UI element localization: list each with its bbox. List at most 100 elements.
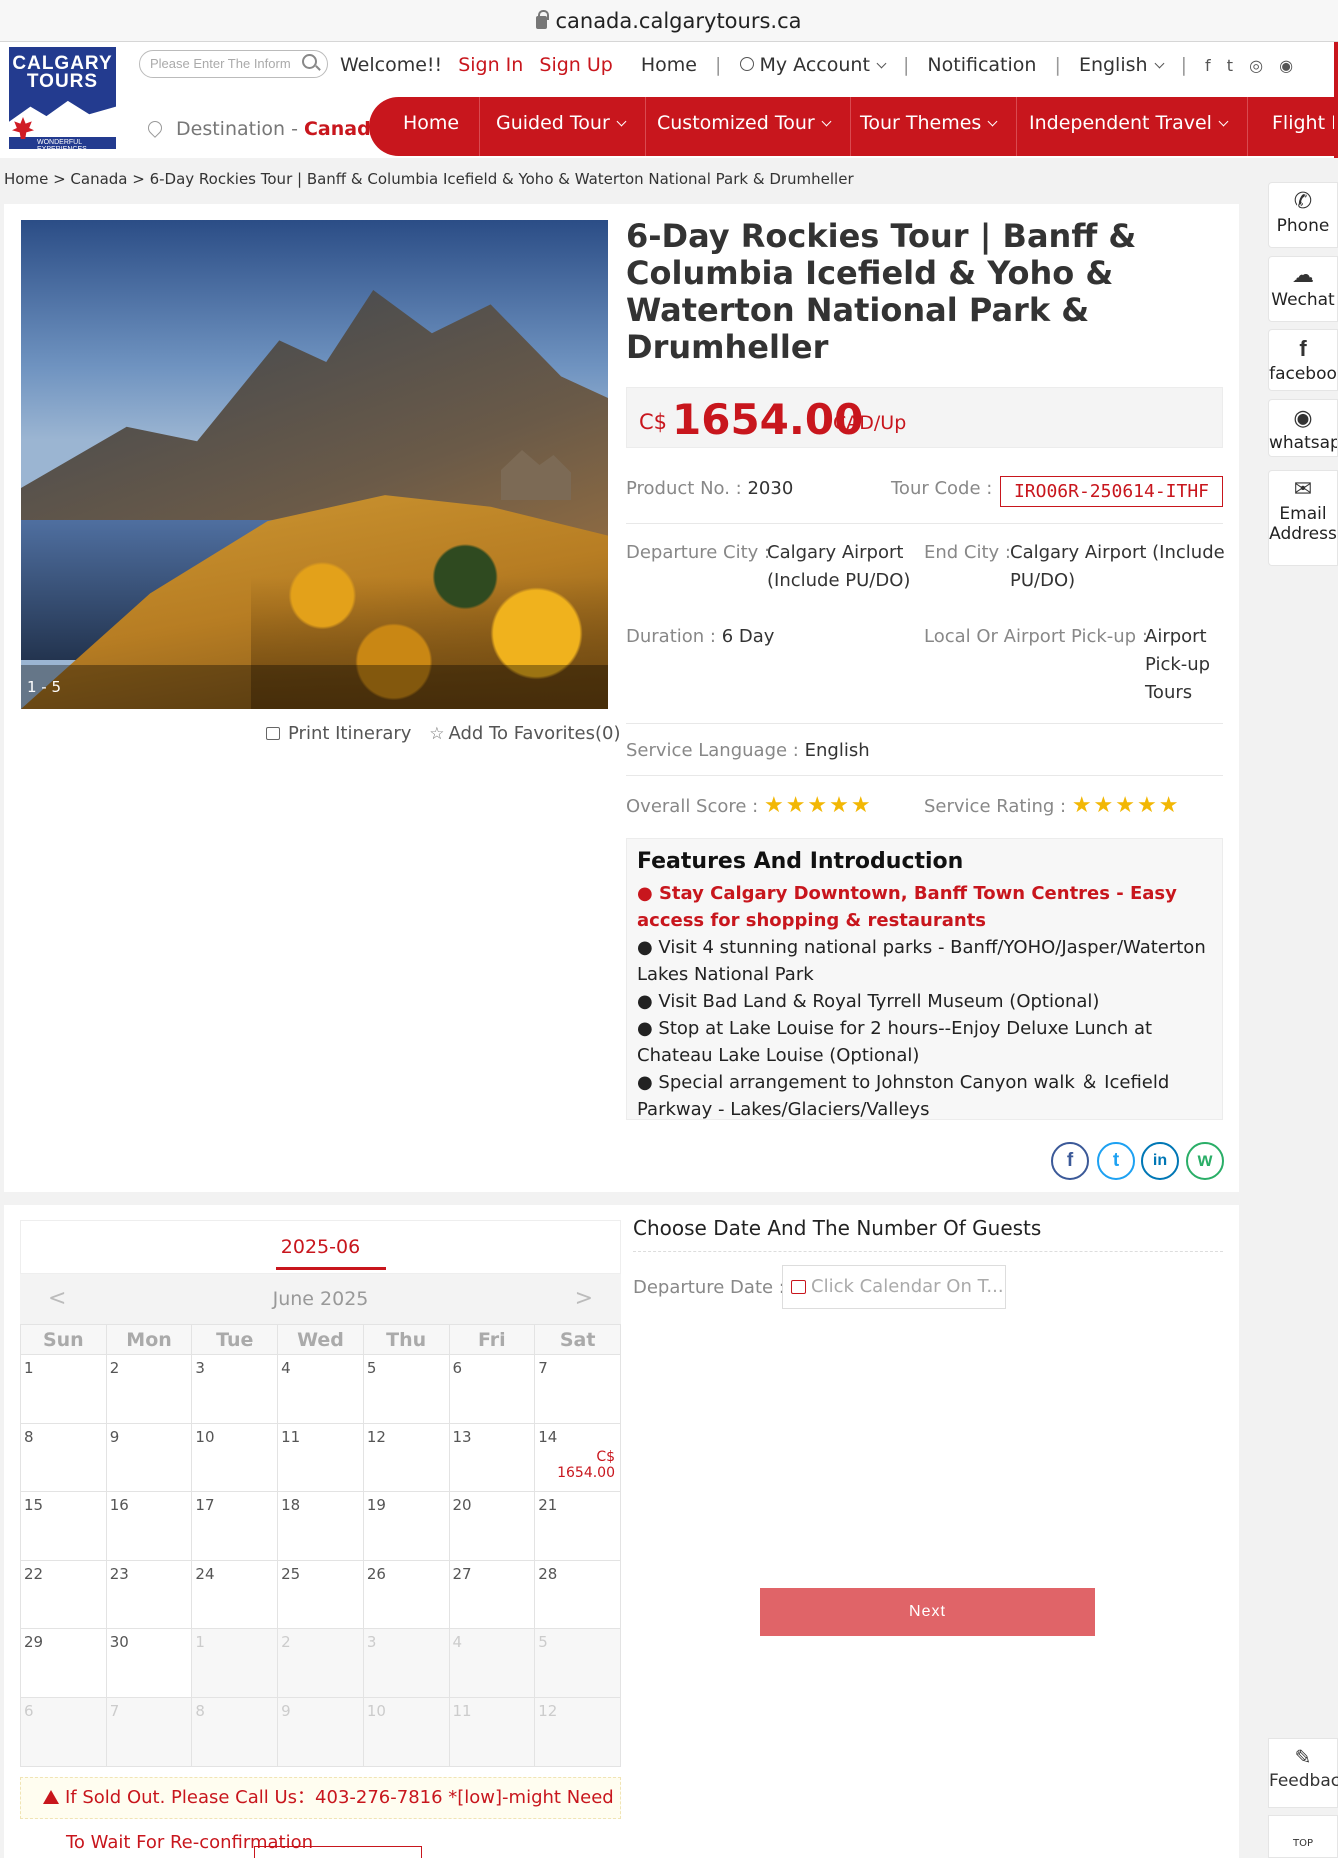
calendar-day[interactable]: 19 [362, 1491, 450, 1561]
instagram-icon[interactable]: ◎ [1249, 51, 1263, 81]
duration: Duration : 6 Day [626, 626, 775, 647]
sidebar-whatsapp[interactable]: ◉ whatsap [1268, 399, 1338, 457]
features-heading: Features And Introduction [637, 849, 964, 874]
breadcrumb[interactable]: Home > Canada > 6-Day Rockies Tour | Ban… [4, 170, 854, 188]
divider: | [902, 54, 910, 76]
browser-url-bar[interactable]: canada.calgarytours.ca [0, 0, 1338, 42]
gallery-counter: 1 - 5 [21, 665, 608, 709]
chevron-down-icon [1154, 58, 1164, 69]
calendar-day-available[interactable]: 14 C$ 1654.00 [534, 1422, 621, 1493]
calendar-month-tab[interactable]: 2025-06 [20, 1220, 621, 1274]
sidebar-wechat[interactable]: ☁ Wechat [1268, 256, 1338, 322]
calendar-day[interactable]: 20 [448, 1491, 536, 1561]
calendar-day[interactable]: 3 [191, 1354, 279, 1424]
print-itinerary-button[interactable]: Print Itinerary [266, 723, 411, 744]
calendar-day[interactable]: 13 [448, 1422, 536, 1493]
language-select[interactable]: English [1079, 50, 1164, 80]
share-wechat-icon[interactable]: w [1186, 1142, 1224, 1180]
tour-title: 6-Day Rockies Tour | Banff & Columbia Ic… [626, 217, 1137, 366]
site-logo[interactable]: CALGARYTOURS WONDERFUL EXPERIENCES [9, 47, 116, 149]
sign-up-link[interactable]: Sign Up [539, 50, 612, 80]
feedback-icon: ✎ [1294, 1745, 1312, 1769]
sidebar-phone[interactable]: ✆ Phone [1268, 182, 1338, 248]
nav-flight-deals[interactable]: Flight Deals [1252, 97, 1334, 156]
calendar-day[interactable]: 18 [277, 1491, 364, 1561]
weekday-header: Sat [534, 1324, 621, 1355]
departure-date-input[interactable]: Click Calendar On T... [782, 1265, 1006, 1309]
account-menu[interactable]: My Account [739, 50, 887, 80]
weekday-header: Fri [448, 1324, 536, 1355]
sidebar-email[interactable]: ✉ Email Address [1268, 470, 1338, 566]
calendar-day[interactable]: 9 [105, 1422, 193, 1493]
calendar-day[interactable]: 25 [277, 1559, 364, 1630]
sidebar-facebook[interactable]: f faceboo [1268, 329, 1338, 391]
sidebar-feedback[interactable]: ✎ Feedbac [1268, 1738, 1338, 1808]
calendar-day[interactable]: 7 [534, 1354, 621, 1424]
calendar-day[interactable]: 5 [362, 1354, 450, 1424]
search-icon[interactable] [302, 54, 317, 69]
end-city-label: End City : [924, 542, 1011, 563]
pickup-label: Local Or Airport Pick-up : [924, 626, 1148, 647]
welcome-text: Welcome!! [340, 54, 443, 76]
weekday-header: Wed [277, 1324, 364, 1355]
nav-independent-travel[interactable]: Independent Travel [1009, 97, 1248, 156]
search-input[interactable]: Please Enter The Inform [139, 50, 328, 78]
calendar-day[interactable]: 4 [277, 1354, 364, 1424]
calendar-next-button[interactable]: > [575, 1274, 593, 1324]
calendar-day[interactable]: 26 [362, 1559, 450, 1630]
nav-tour-themes[interactable]: Tour Themes [840, 97, 1018, 156]
calendar-prev-button[interactable]: < [48, 1274, 66, 1324]
share-twitter-icon[interactable]: t [1097, 1142, 1135, 1180]
next-button[interactable]: Next [760, 1588, 1095, 1636]
calendar-day[interactable]: 17 [191, 1491, 279, 1561]
notification-link[interactable]: Notification [927, 50, 1036, 80]
pickup-value: Airport Pick-up Tours [1145, 626, 1211, 703]
nav-customized-tour[interactable]: Customized Tour [637, 97, 851, 156]
calendar-day[interactable]: 8 [20, 1422, 107, 1493]
lock-icon [536, 10, 550, 29]
home-link[interactable]: Home [641, 50, 697, 80]
tour-photo-gallery[interactable]: 1 - 5 [21, 220, 608, 709]
nav-home[interactable]: Home [369, 97, 481, 156]
add-favorites-button[interactable]: ☆ Add To Favorites(0) [417, 723, 620, 744]
back-to-top-button[interactable]: TOP [1268, 1815, 1338, 1858]
calendar-day[interactable]: 29 [20, 1628, 107, 1698]
calendar-day[interactable]: 15 [20, 1491, 107, 1561]
calendar-day[interactable]: 21 [534, 1491, 621, 1561]
calendar-day-other-month: 1 [191, 1628, 279, 1698]
calendar-day[interactable]: 10 [191, 1422, 279, 1493]
chevron-down-icon [616, 116, 627, 127]
top-nav: Welcome!! Sign In Sign Up Home | My Acco… [340, 50, 1293, 80]
feature-item: ● Stop at Lake Louise for 2 hours--Enjoy… [637, 1018, 1153, 1066]
calendar-day[interactable]: 27 [448, 1559, 536, 1630]
calendar-day[interactable]: 24 [191, 1559, 279, 1630]
nav-guided-tour[interactable]: Guided Tour [476, 97, 646, 156]
logo-text: CALGARY TOURS [12, 53, 113, 92]
destination-selector[interactable]: Destination - Canada [145, 118, 384, 140]
calendar-day-other-month: 8 [191, 1696, 279, 1767]
twitter-icon[interactable]: t [1227, 51, 1233, 81]
calendar-day[interactable]: 1 [20, 1354, 107, 1424]
calendar-day[interactable]: 6 [448, 1354, 536, 1424]
whatsapp-icon[interactable]: ◉ [1279, 51, 1293, 81]
calendar-day[interactable]: 22 [20, 1559, 107, 1630]
calendar-day[interactable]: 12 [362, 1422, 450, 1493]
share-linkedin-icon[interactable]: in [1141, 1142, 1179, 1180]
departure-city-label: Departure City : [626, 542, 771, 563]
calendar-day[interactable]: 16 [105, 1491, 193, 1561]
facebook-icon[interactable]: f [1205, 51, 1211, 81]
calendar-day-other-month: 3 [362, 1628, 450, 1698]
rating-stars: ★★★★★ [1071, 793, 1181, 818]
calendar-day[interactable]: 23 [105, 1559, 193, 1630]
booking-heading: Choose Date And The Number Of Guests [633, 1216, 1223, 1252]
photo-actions: Print Itinerary ☆ Add To Favorites(0) [266, 723, 621, 744]
user-icon [739, 57, 754, 71]
calendar-day[interactable]: 28 [534, 1559, 621, 1630]
calendar-day[interactable]: 11 [277, 1422, 364, 1493]
share-facebook-icon[interactable]: f [1051, 1142, 1089, 1180]
calendar-day[interactable]: 2 [105, 1354, 193, 1424]
sign-in-link[interactable]: Sign In [458, 50, 523, 80]
calendar-day-other-month: 10 [362, 1696, 450, 1767]
service-language: Service Language : English [626, 740, 870, 761]
calendar-day[interactable]: 30 [105, 1628, 193, 1698]
